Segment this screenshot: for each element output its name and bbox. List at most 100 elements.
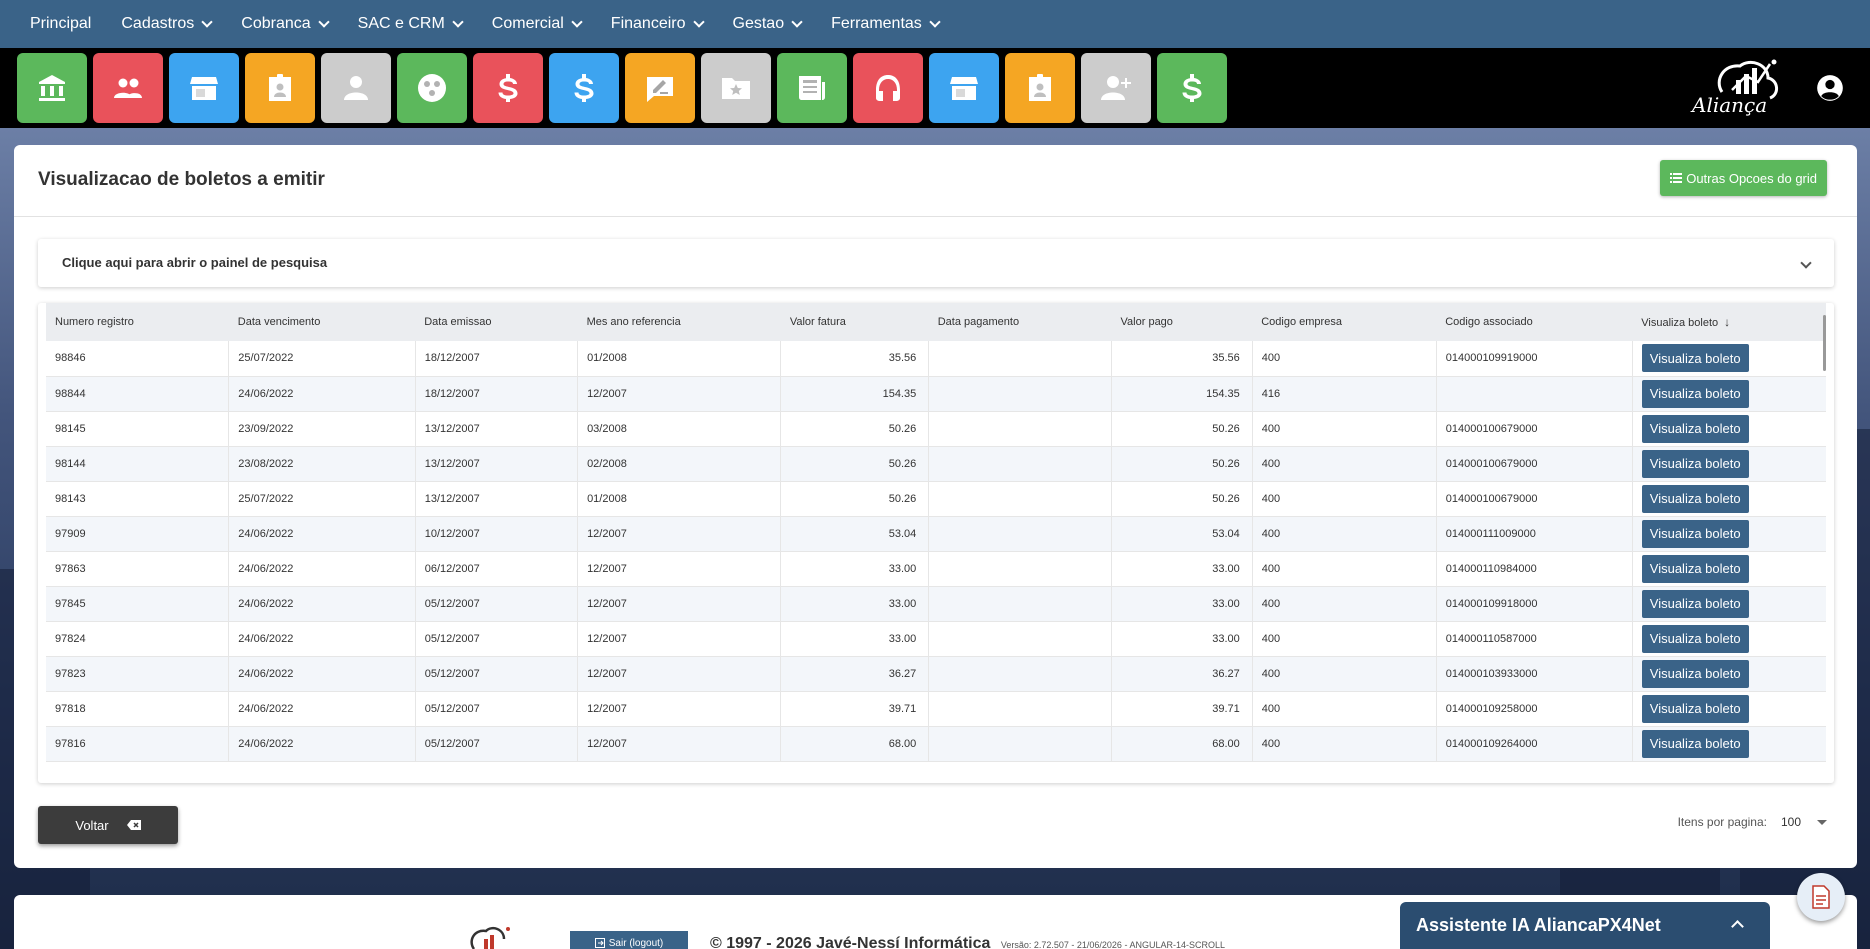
table-cell: 36.27 [780, 656, 930, 691]
view-boleto-button[interactable]: Visualiza boleto [1641, 519, 1749, 548]
logout-button[interactable]: Sair (logout) [570, 931, 688, 949]
items-per-page-select[interactable]: 100 [1781, 815, 1827, 829]
module-tile-badge-button[interactable] [245, 53, 315, 123]
table-row[interactable]: 97863 24/06/2022 06/12/2007 12/2007 33.00 33.… [46, 551, 1826, 586]
table-row[interactable]: 97823 24/06/2022 05/12/2007 12/2007 36.27 36.… [46, 656, 1826, 691]
view-boleto-button[interactable]: Visualiza boleto [1641, 554, 1749, 583]
module-tile-dollar-button[interactable] [473, 53, 543, 123]
module-tile-store-button[interactable] [929, 53, 999, 123]
menu-item-comercial[interactable]: Comercial [491, 15, 583, 33]
table-row[interactable]: 98145 23/09/2022 13/12/2007 03/2008 50.26 50.… [46, 411, 1826, 446]
table-row[interactable]: 97845 24/06/2022 05/12/2007 12/2007 33.00 33.… [46, 586, 1826, 621]
column-header[interactable]: Visualiza boleto ↓ [1632, 303, 1826, 341]
view-boleto-button[interactable]: Visualiza boleto [1641, 624, 1749, 653]
menu-item-label: Comercial [491, 15, 564, 32]
view-boleto-button[interactable]: Visualiza boleto [1641, 659, 1749, 688]
module-tile-headset-button[interactable] [853, 53, 923, 123]
table-row[interactable]: 97816 24/06/2022 05/12/2007 12/2007 68.00 68.… [46, 726, 1826, 761]
table-cell: 014000109258000 [1436, 691, 1633, 726]
table-cell: 13/12/2007 [415, 411, 579, 446]
table-row[interactable]: 97824 24/06/2022 05/12/2007 12/2007 33.00 33.… [46, 621, 1826, 656]
table-cell: Visualiza boleto [1632, 376, 1826, 411]
menu-item-ferramentas[interactable]: Ferramentas [831, 15, 941, 33]
table-row[interactable]: 97909 24/06/2022 10/12/2007 12/2007 53.04 53.… [46, 516, 1826, 551]
table-cell [928, 726, 1113, 761]
page-title: Visualizacao de boletos a emitir [38, 169, 325, 190]
view-boleto-button[interactable]: Visualiza boleto [1641, 484, 1749, 513]
table-cell: 97909 [46, 516, 230, 551]
module-tile-person-add-button[interactable] [1081, 53, 1151, 123]
store-icon [950, 77, 978, 100]
column-header[interactable]: Codigo associado [1436, 303, 1632, 341]
module-tile-dots-circle-button[interactable] [397, 53, 467, 123]
module-tile-folder-star-button[interactable] [701, 53, 771, 123]
column-header[interactable]: Mes ano referencia [578, 303, 781, 341]
person-icon [344, 76, 368, 100]
table-cell: 33.00 [1111, 586, 1253, 621]
items-per-page-label: Itens por pagina: [1677, 815, 1767, 829]
column-header[interactable]: Codigo empresa [1252, 303, 1436, 341]
account-circle-icon[interactable] [1816, 74, 1844, 102]
table-cell: 50.26 [780, 411, 930, 446]
column-header[interactable]: Data emissao [415, 303, 577, 341]
view-boleto-button[interactable]: Visualiza boleto [1641, 414, 1749, 443]
edit-note-icon [647, 77, 673, 102]
menu-item-label: Principal [30, 15, 92, 32]
document-fab-button[interactable] [1797, 873, 1845, 921]
menu-item-cadastros[interactable]: Cadastros [121, 15, 213, 33]
module-tile-badge-button[interactable] [1005, 53, 1075, 123]
back-button[interactable]: Voltar [38, 806, 178, 844]
table-row[interactable]: 98144 23/08/2022 13/12/2007 02/2008 50.26 50.… [46, 446, 1826, 481]
module-tile-dollar-button[interactable] [549, 53, 619, 123]
table-row[interactable]: 98846 25/07/2022 18/12/2007 01/2008 35.56 35.… [46, 341, 1826, 376]
table-cell: 05/12/2007 [415, 621, 579, 656]
sort-arrow-icon[interactable]: ↓ [1724, 315, 1730, 329]
view-boleto-button[interactable]: Visualiza boleto [1641, 729, 1749, 758]
vertical-scrollbar[interactable] [1823, 315, 1826, 371]
table-cell: 24/06/2022 [228, 516, 416, 551]
table-cell: 05/12/2007 [415, 586, 579, 621]
menu-item-cobranca[interactable]: Cobranca [241, 15, 330, 33]
module-tile-edit-note-button[interactable] [625, 53, 695, 123]
search-panel-toggle[interactable]: Clique aqui para abrir o painel de pesqu… [38, 239, 1834, 287]
column-header[interactable]: Valor fatura [781, 303, 929, 341]
view-boleto-button[interactable]: Visualiza boleto [1641, 379, 1749, 408]
view-boleto-button[interactable]: Visualiza boleto [1641, 589, 1749, 618]
view-boleto-button[interactable]: Visualiza boleto [1641, 344, 1749, 373]
menu-item-gestao[interactable]: Gestao [732, 15, 803, 33]
module-tile-person-button[interactable] [321, 53, 391, 123]
table-row[interactable]: 98143 25/07/2022 13/12/2007 01/2008 50.26 50.… [46, 481, 1826, 516]
grid-options-button[interactable]: Outras Opcoes do grid [1660, 160, 1827, 196]
menu-item-label: Gestao [732, 15, 785, 32]
table-cell: 400 [1252, 691, 1437, 726]
column-header[interactable]: Data vencimento [229, 303, 415, 341]
column-header[interactable]: Valor pago [1112, 303, 1253, 341]
table-cell: Visualiza boleto [1632, 586, 1826, 621]
table-row[interactable]: 97818 24/06/2022 05/12/2007 12/2007 39.71 39.… [46, 691, 1826, 726]
module-tile-people-button[interactable] [93, 53, 163, 123]
back-label: Voltar [75, 817, 109, 833]
table-cell: Visualiza boleto [1632, 446, 1826, 481]
list-icon [1670, 173, 1683, 183]
table-row[interactable]: 98844 24/06/2022 18/12/2007 12/2007 154.35 15… [46, 376, 1826, 411]
module-tile-bank-button[interactable] [17, 53, 87, 123]
module-tile-store-button[interactable] [169, 53, 239, 123]
column-header-label: Numero registro [55, 316, 134, 328]
table-cell: 400 [1252, 481, 1437, 516]
view-boleto-button[interactable]: Visualiza boleto [1641, 449, 1749, 478]
table-cell [928, 551, 1113, 586]
column-header[interactable]: Data pagamento [929, 303, 1112, 341]
column-header-label: Codigo empresa [1261, 316, 1342, 328]
column-header[interactable]: Numero registro [46, 303, 229, 341]
module-tile-dollar-button[interactable] [1157, 53, 1227, 123]
menu-item-sac-e-crm[interactable]: SAC e CRM [358, 15, 464, 33]
table-cell: 25/07/2022 [228, 481, 416, 516]
table-cell: 014000100679000 [1436, 446, 1633, 481]
menu-item-principal[interactable]: Principal [30, 15, 91, 33]
dollar-icon [1182, 74, 1202, 102]
module-tile-newspaper-button[interactable] [777, 53, 847, 123]
ai-assistant-bar[interactable]: Assistente IA AliancaPX4Net [1400, 902, 1770, 949]
menu-item-financeiro[interactable]: Financeiro [611, 15, 705, 33]
table-cell: 24/06/2022 [228, 726, 416, 761]
view-boleto-button[interactable]: Visualiza boleto [1641, 694, 1749, 723]
